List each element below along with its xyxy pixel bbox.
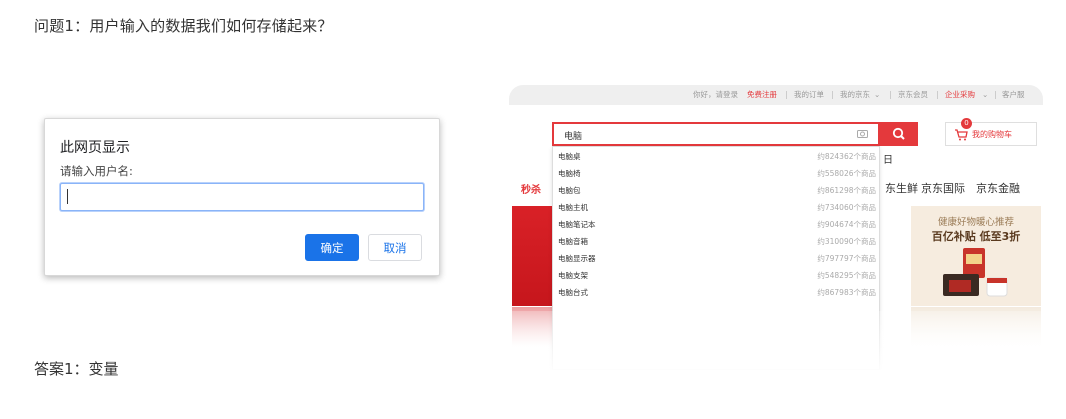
suggestion-term: 电脑包 <box>558 186 581 195</box>
service-link[interactable]: 客户服 <box>1002 85 1025 105</box>
suggestion-term: 电脑椅 <box>558 169 581 178</box>
ad-subline: 百亿补贴 低至3折 <box>931 230 1021 243</box>
suggestion-item[interactable]: 电脑台式 约867983个商品 <box>553 285 881 301</box>
divider <box>995 91 996 99</box>
username-input[interactable] <box>60 183 424 211</box>
dialog-title: 此网页显示 <box>60 140 130 156</box>
cancel-button[interactable]: 取消 <box>368 234 422 261</box>
jd-search-screenshot: 你好，请登录 免费注册 我的订单 我的京东 ⌄ 京东会员 企业采购 ⌄ 客户服 … <box>509 85 1043 370</box>
suggestion-term: 电脑台式 <box>558 288 588 297</box>
suggestion-term: 电脑支架 <box>558 271 588 280</box>
enterprise-link[interactable]: 企业采购 <box>945 85 975 105</box>
suggestion-count: 约904674个商品 <box>817 220 876 229</box>
nav-item-seckill[interactable]: 秒杀 <box>521 181 541 196</box>
suggestion-count: 约558026个商品 <box>817 169 876 178</box>
question-text: 问题1：用户输入的数据我们如何存储起来？ <box>34 17 333 35</box>
cart-button[interactable]: 0 我的购物车 <box>945 118 1037 146</box>
cart-label: 我的购物车 <box>972 130 1012 139</box>
side-ad[interactable]: 健康好物暖心推荐 百亿补贴 低至3折 <box>911 206 1041 306</box>
cart-count-badge: 0 <box>961 118 972 129</box>
divider <box>786 91 787 99</box>
suggestion-count: 约734060个商品 <box>817 203 876 212</box>
nav-item-partial: 日 <box>883 155 893 166</box>
suggestion-item[interactable]: 电脑显示器 约797797个商品 <box>553 251 881 267</box>
suggestion-item[interactable]: 电脑主机 约734060个商品 <box>553 200 881 216</box>
ok-button[interactable]: 确定 <box>305 234 359 261</box>
text-caret <box>67 189 68 204</box>
suggestion-item[interactable]: 电脑笔记本 约904674个商品 <box>553 217 881 233</box>
jd-search-box[interactable]: 电脑 <box>552 122 880 146</box>
reflection-fade <box>509 311 1043 370</box>
suggestion-count: 约797797个商品 <box>817 254 876 263</box>
suggestion-item[interactable]: 电脑包 约861298个商品 <box>553 183 881 199</box>
suggestion-item[interactable]: 电脑支架 约548295个商品 <box>553 268 881 284</box>
cart-icon <box>955 129 968 141</box>
nav-item-fresh[interactable]: 东生鲜 <box>885 180 918 196</box>
divider <box>937 91 938 99</box>
jd-top-bar: 你好，请登录 免费注册 我的订单 我的京东 ⌄ 京东会员 企业采购 ⌄ 客户服 <box>509 85 1043 105</box>
suggestion-term: 电脑桌 <box>558 152 581 161</box>
answer-text: 答案1：变量 <box>34 360 119 378</box>
prompt-dialog: 此网页显示 请输入用户名: 确定 取消 <box>44 118 440 276</box>
member-link[interactable]: 京东会员 <box>898 85 928 105</box>
register-link[interactable]: 免费注册 <box>747 85 777 105</box>
suggestion-count: 约861298个商品 <box>817 186 876 195</box>
suggestion-count: 约310090个商品 <box>817 237 876 246</box>
suggestion-item[interactable]: 电脑桌 约824362个商品 <box>553 149 881 165</box>
chevron-down-icon: ⌄ <box>874 90 881 99</box>
myjd-link[interactable]: 我的京东 <box>840 85 870 105</box>
camera-icon[interactable] <box>857 129 868 141</box>
divider <box>832 91 833 99</box>
suggestion-item[interactable]: 电脑音箱 约310090个商品 <box>553 234 881 250</box>
suggestion-count: 约824362个商品 <box>817 152 876 161</box>
login-link[interactable]: 你好，请登录 <box>693 85 738 105</box>
suggestion-item[interactable]: 电脑椅 约558026个商品 <box>553 166 881 182</box>
search-query: 电脑 <box>564 132 583 142</box>
search-button[interactable] <box>880 122 918 146</box>
suggestion-count: 约867983个商品 <box>817 288 876 297</box>
suggestion-term: 电脑笔记本 <box>558 220 596 229</box>
orders-link[interactable]: 我的订单 <box>794 85 824 105</box>
nav-item-international[interactable]: 京东国际 <box>921 180 965 196</box>
suggestion-count: 约548295个商品 <box>817 271 876 280</box>
suggestion-term: 电脑显示器 <box>558 254 596 263</box>
nav-item-finance[interactable]: 京东金融 <box>976 180 1020 196</box>
product-image <box>943 248 1008 297</box>
search-icon <box>892 127 905 140</box>
suggestion-term: 电脑音箱 <box>558 237 588 246</box>
dialog-message: 请输入用户名: <box>60 164 133 178</box>
divider <box>890 91 891 99</box>
suggestion-term: 电脑主机 <box>558 203 588 212</box>
ad-headline: 健康好物暖心推荐 <box>937 217 1014 228</box>
chevron-down-icon: ⌄ <box>982 90 989 99</box>
